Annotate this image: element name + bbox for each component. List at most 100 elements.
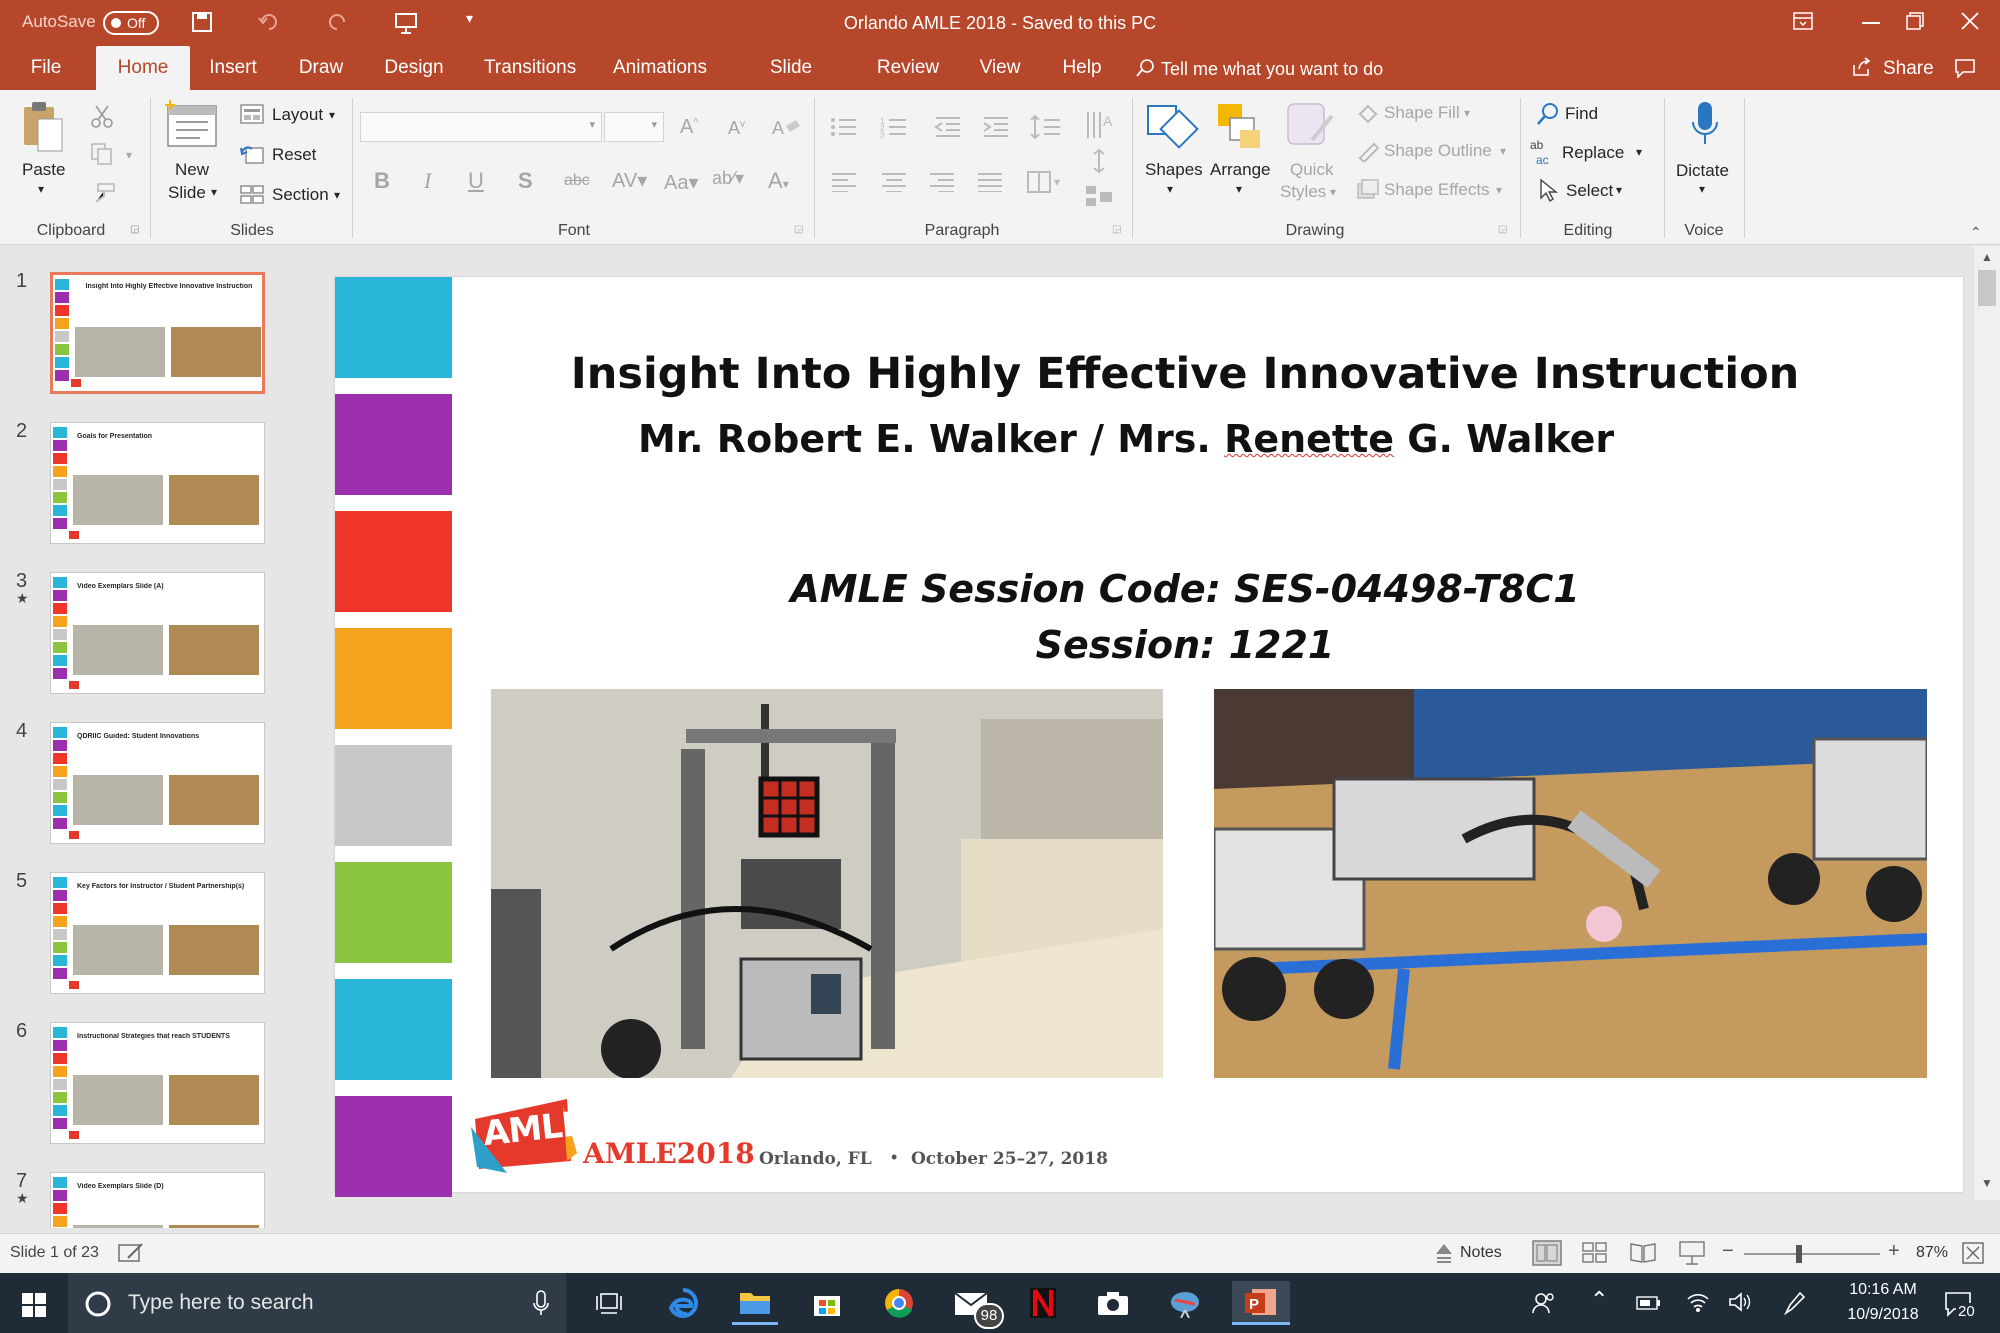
quick-styles-label-2[interactable]: Styles <box>1280 182 1326 202</box>
task-view-icon[interactable] <box>586 1281 632 1325</box>
paste-dropdown-icon[interactable]: ▾ <box>38 182 44 196</box>
customize-toolbar-icon[interactable]: ▾ <box>466 10 473 27</box>
shape-outline-icon[interactable] <box>1356 140 1380 162</box>
layout-icon[interactable] <box>240 104 264 124</box>
columns-icon[interactable]: ▾ <box>1026 170 1066 194</box>
section-button[interactable]: Section <box>272 185 329 205</box>
shape-fill-icon[interactable] <box>1356 102 1380 124</box>
replace-icon[interactable]: abac <box>1530 138 1558 166</box>
restore-icon[interactable] <box>1906 12 1924 30</box>
copy-icon[interactable] <box>90 142 114 166</box>
quick-styles-label-1[interactable]: Quick <box>1290 160 1333 180</box>
app-icon[interactable] <box>1162 1281 1208 1325</box>
file-explorer-icon[interactable] <box>732 1281 778 1325</box>
quick-styles-dropdown-icon[interactable]: ▾ <box>1330 185 1336 199</box>
store-icon[interactable] <box>804 1281 850 1325</box>
font-launcher-icon[interactable]: ◲ <box>794 224 803 235</box>
chrome-icon[interactable] <box>876 1281 922 1325</box>
volume-icon[interactable] <box>1728 1291 1752 1313</box>
taskbar-search-placeholder[interactable]: Type here to search <box>128 1291 314 1315</box>
character-spacing-icon[interactable]: AV▾ <box>612 168 647 193</box>
shape-outline-dropdown-icon[interactable]: ▾ <box>1500 144 1506 158</box>
slide-thumbnail[interactable]: Goals for Presentation <box>50 422 265 544</box>
clipboard-launcher-icon[interactable]: ◲ <box>130 224 139 235</box>
line-spacing-icon[interactable] <box>1030 114 1064 140</box>
tab-slide-show[interactable]: Slide Show <box>746 46 836 122</box>
shapes-dropdown-icon[interactable]: ▾ <box>1167 182 1173 196</box>
show-hidden-icons[interactable]: ⌃ <box>1590 1287 1608 1313</box>
slide-thumbnail[interactable]: Instructional Strategies that reach STUD… <box>50 1022 265 1144</box>
justify-icon[interactable] <box>976 172 1004 192</box>
text-shadow-icon[interactable]: S <box>518 168 533 194</box>
collapse-ribbon-icon[interactable]: ⌃ <box>1970 224 1982 241</box>
session-code[interactable]: AMLE Session Code: SES-04498-T8C1 <box>465 567 1905 611</box>
drawing-launcher-icon[interactable]: ◲ <box>1498 224 1507 235</box>
tab-review[interactable]: Review <box>876 46 940 90</box>
scroll-down-icon[interactable]: ▼ <box>1981 1176 1993 1190</box>
select-cursor-icon[interactable] <box>1538 178 1560 204</box>
scroll-thumb[interactable] <box>1978 270 1996 306</box>
layout-dropdown-icon[interactable]: ▾ <box>329 108 335 122</box>
shape-fill-dropdown-icon[interactable]: ▾ <box>1464 106 1470 120</box>
notes-icon[interactable] <box>1434 1242 1454 1264</box>
people-icon[interactable] <box>1532 1291 1556 1315</box>
shape-outline-button[interactable]: Shape Outline <box>1384 141 1492 161</box>
shape-effects-dropdown-icon[interactable]: ▾ <box>1496 183 1502 197</box>
battery-icon[interactable] <box>1636 1295 1660 1311</box>
bullets-icon[interactable] <box>830 116 862 138</box>
tab-animations[interactable]: Animations <box>612 46 708 90</box>
tab-home[interactable]: Home <box>96 46 190 90</box>
bold-icon[interactable]: B <box>374 168 390 194</box>
select-button[interactable]: Select <box>1566 181 1613 201</box>
session-number[interactable]: Session: 1221 <box>465 623 1905 667</box>
slide-canvas[interactable]: Insight Into Highly Effective Innovative… <box>335 277 1963 1197</box>
numbering-icon[interactable]: 123 <box>880 116 912 138</box>
netflix-icon[interactable] <box>1020 1281 1066 1325</box>
change-case-icon[interactable]: Aa▾ <box>664 170 699 195</box>
increase-indent-icon[interactable] <box>982 116 1010 138</box>
font-name-combo[interactable]: ▾ <box>360 112 602 142</box>
tab-transitions[interactable]: Transitions <box>484 46 576 90</box>
shape-effects-icon[interactable] <box>1356 178 1380 200</box>
italic-icon[interactable]: I <box>424 168 431 194</box>
replace-dropdown-icon[interactable]: ▾ <box>1636 145 1642 159</box>
tab-insert[interactable]: Insert <box>204 46 262 90</box>
clear-formatting-icon[interactable]: A <box>772 116 800 140</box>
copy-dropdown-icon[interactable]: ▾ <box>126 148 132 162</box>
align-right-icon[interactable] <box>928 172 956 192</box>
tab-draw[interactable]: Draw <box>296 46 346 90</box>
undo-icon[interactable] <box>258 12 280 32</box>
share-icon[interactable] <box>1850 57 1872 77</box>
zoom-slider[interactable] <box>1744 1253 1880 1255</box>
windows-start-icon[interactable] <box>22 1293 46 1317</box>
zoom-slider-thumb[interactable] <box>1796 1245 1802 1263</box>
share-button[interactable]: Share <box>1883 58 1934 80</box>
paste-icon[interactable] <box>18 98 66 154</box>
microphone-icon[interactable] <box>1690 100 1720 150</box>
powerpoint-taskbar-icon[interactable]: P <box>1232 1281 1290 1325</box>
smartart-icon[interactable] <box>1084 184 1118 210</box>
reset-icon[interactable] <box>240 144 264 164</box>
slide-presenters[interactable]: Mr. Robert E. Walker / Mrs. Renette G. W… <box>638 417 1614 461</box>
clock-time[interactable]: 10:16 AM <box>1836 1281 1930 1299</box>
new-slide-label-2[interactable]: Slide <box>168 183 206 203</box>
reading-view-icon[interactable] <box>1630 1242 1656 1264</box>
arrange-icon[interactable] <box>1212 100 1268 152</box>
tab-view[interactable]: View <box>978 46 1022 90</box>
decrease-indent-icon[interactable] <box>934 116 962 138</box>
zoom-level[interactable]: 87% <box>1916 1244 1948 1262</box>
scroll-up-icon[interactable]: ▲ <box>1981 250 1993 264</box>
slide-thumbnail[interactable]: Video Exemplars Slide (A) <box>50 572 265 694</box>
shapes-button[interactable]: Shapes <box>1145 160 1203 180</box>
slide-title[interactable]: Insight Into Highly Effective Innovative… <box>465 349 1905 399</box>
clock-date[interactable]: 10/9/2018 <box>1836 1306 1930 1324</box>
strikethrough-icon[interactable]: abc <box>564 172 590 190</box>
paragraph-launcher-icon[interactable]: ◲ <box>1112 224 1121 235</box>
find-icon[interactable] <box>1536 102 1560 126</box>
autosave-toggle[interactable]: Off <box>103 11 159 35</box>
taskbar-mic-icon[interactable] <box>532 1289 550 1317</box>
new-slide-icon[interactable] <box>164 100 220 152</box>
taskbar-search-box[interactable]: Type here to search <box>68 1273 566 1333</box>
spelling-icon[interactable] <box>118 1242 146 1264</box>
comments-icon[interactable] <box>1954 58 1976 78</box>
